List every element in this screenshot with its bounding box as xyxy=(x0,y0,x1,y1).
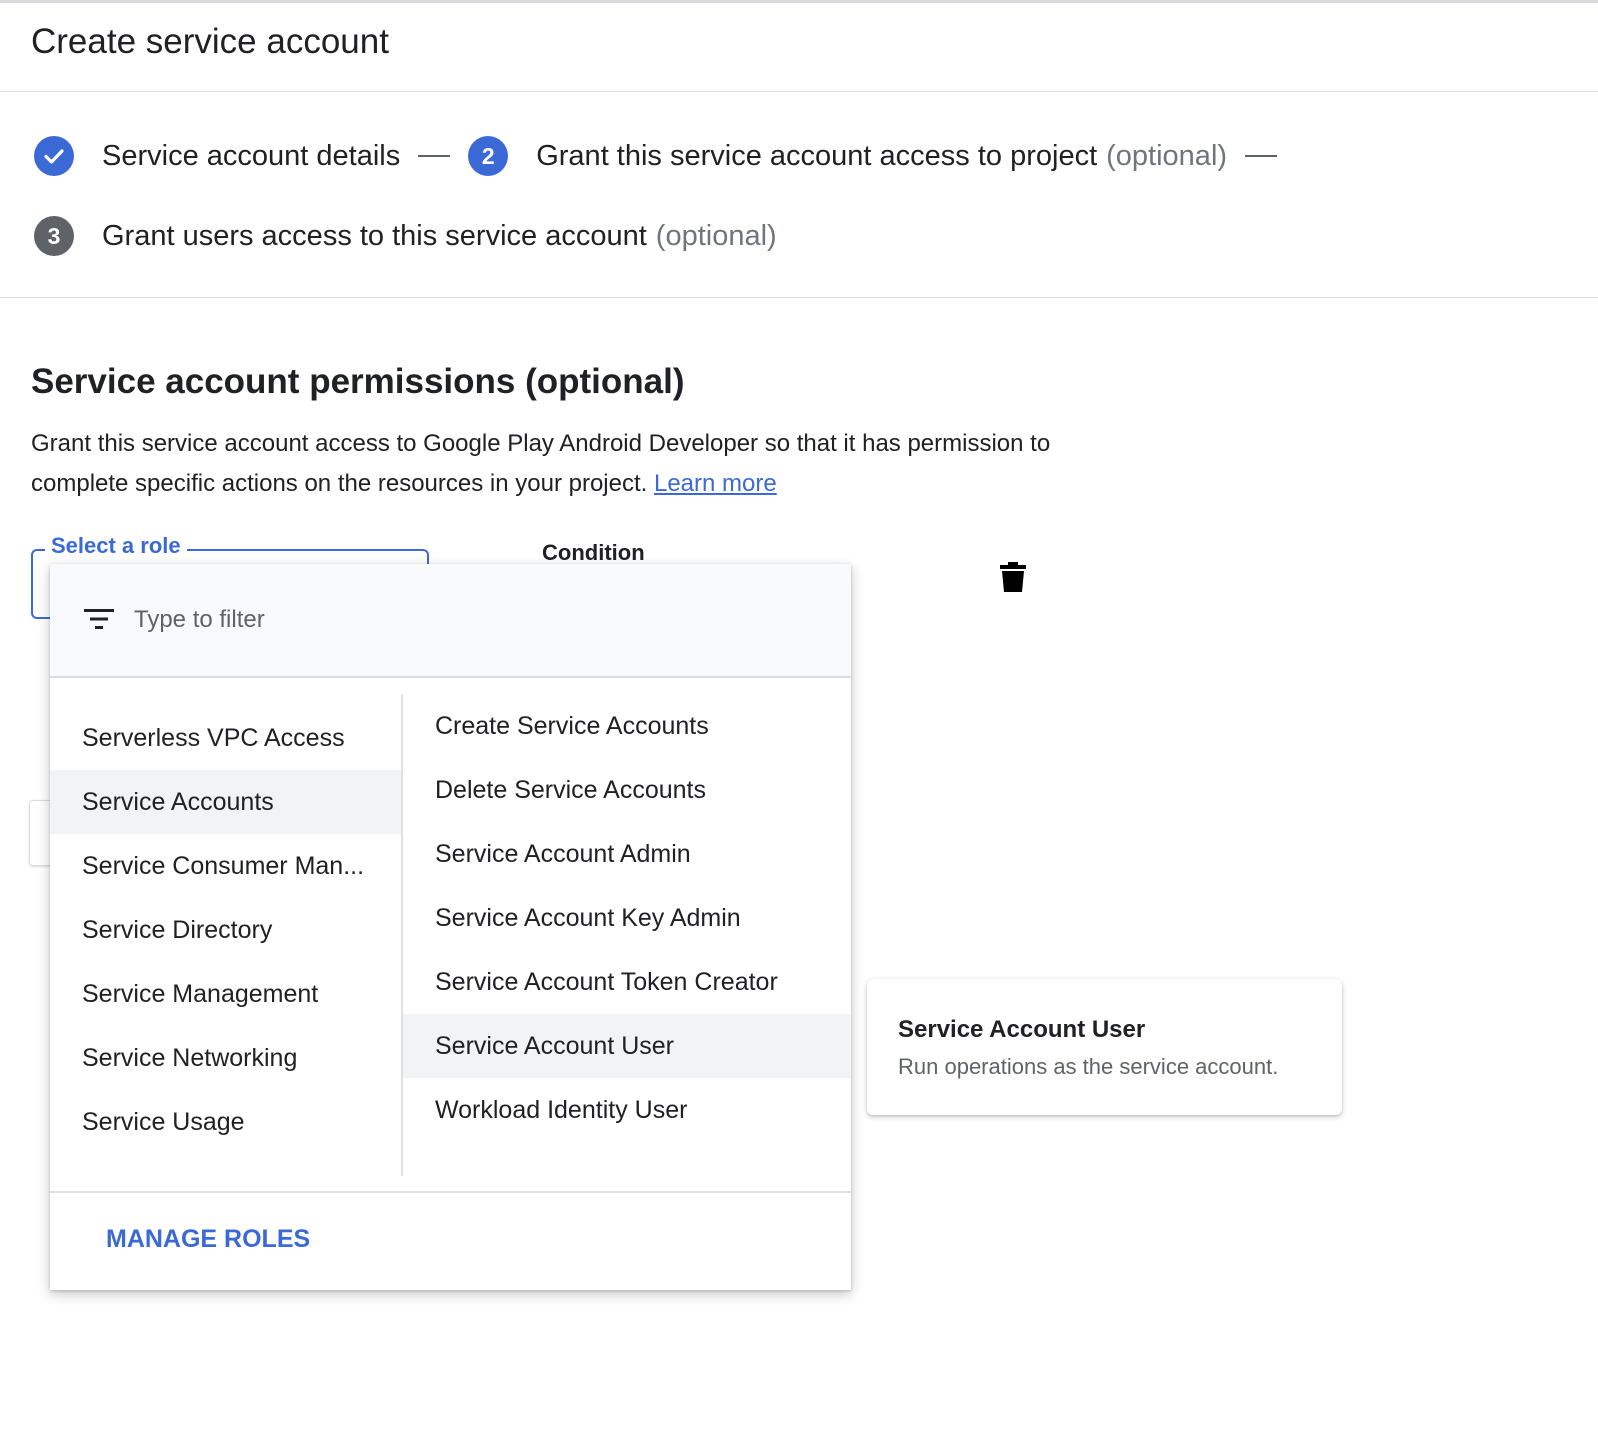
role-list[interactable]: Create Service Accounts Delete Service A… xyxy=(403,694,851,1176)
trash-icon[interactable] xyxy=(1000,562,1026,592)
description-text: Grant this service account access to Goo… xyxy=(31,430,1051,497)
role-tooltip: Service Account User Run operations as t… xyxy=(867,979,1342,1115)
category-item[interactable]: Service Directory xyxy=(50,898,401,962)
stepper-row-2: 3 Grant users access to this service acc… xyxy=(34,216,777,256)
condition-label: Condition xyxy=(542,540,645,565)
learn-more-link[interactable]: Learn more xyxy=(654,470,777,497)
category-item[interactable]: Service Management xyxy=(50,962,401,1026)
filter-bar xyxy=(50,564,851,678)
category-item[interactable]: Service Networking xyxy=(50,1026,401,1090)
step-1-indicator xyxy=(34,136,74,176)
step-1-label[interactable]: Service account details xyxy=(102,140,400,173)
role-item[interactable]: Delete Service Accounts xyxy=(403,758,851,822)
role-item[interactable]: Service Account Admin xyxy=(403,822,851,886)
role-item[interactable]: Create Service Accounts xyxy=(403,694,851,758)
filter-list-icon xyxy=(84,609,114,629)
role-item[interactable]: Service Account Token Creator xyxy=(403,950,851,1014)
page-title: Create service account xyxy=(31,22,389,61)
category-item[interactable]: Serverless VPC Access xyxy=(50,706,401,770)
step-separator xyxy=(1245,155,1278,157)
manage-roles-button[interactable]: MANAGE ROLES xyxy=(106,1225,310,1254)
check-icon xyxy=(44,149,64,164)
step-3-indicator: 3 xyxy=(34,216,74,256)
select-role-label: Select a role xyxy=(45,533,187,559)
tooltip-title: Service Account User xyxy=(898,1016,1146,1043)
step-2-optional: (optional) xyxy=(1106,139,1228,172)
category-item[interactable]: Service Consumer Man... xyxy=(50,834,401,898)
tooltip-description: Run operations as the service account. xyxy=(898,1054,1279,1079)
step-2-label[interactable]: Grant this service account access to pro… xyxy=(536,140,1097,173)
stepper-divider xyxy=(0,297,1598,298)
role-item[interactable]: Workload Identity User xyxy=(403,1078,851,1142)
role-item[interactable]: Service Account Key Admin xyxy=(403,886,851,950)
step-separator xyxy=(418,155,451,157)
role-item-highlighted[interactable]: Service Account User xyxy=(403,1014,851,1078)
category-item[interactable]: Service Usage xyxy=(50,1090,401,1154)
step-3-optional: (optional) xyxy=(655,219,777,252)
filter-input[interactable] xyxy=(134,600,734,640)
category-item-selected[interactable]: Service Accounts xyxy=(50,770,401,834)
category-list[interactable]: Serverless VPC Access Service Accounts S… xyxy=(50,694,403,1176)
step-2-indicator: 2 xyxy=(468,136,509,176)
step-3-label[interactable]: Grant users access to this service accou… xyxy=(102,220,647,253)
section-description: Grant this service account access to Goo… xyxy=(31,424,1091,504)
stepper-row-1: Service account details 2 Grant this ser… xyxy=(34,136,1295,176)
section-title: Service account permissions (optional) xyxy=(31,362,685,401)
dropdown-footer: MANAGE ROLES xyxy=(50,1191,851,1290)
top-border xyxy=(0,0,1598,3)
role-dropdown: Serverless VPC Access Service Accounts S… xyxy=(50,564,851,1290)
header-divider xyxy=(0,91,1598,92)
